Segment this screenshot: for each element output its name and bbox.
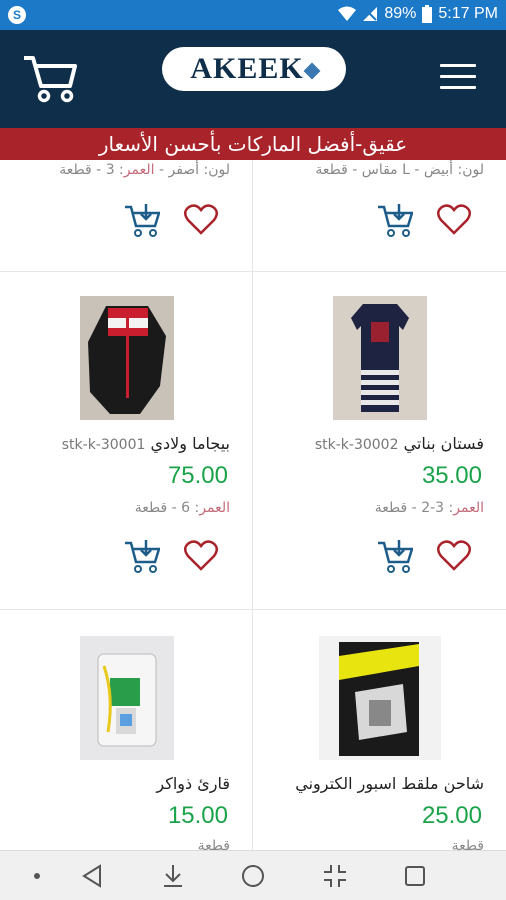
product-variant: لون: أبيض - L مقاس - قطعة — [315, 162, 484, 178]
product-price: 35.00 — [421, 462, 482, 489]
product-variant: العمر: 3-2 - قطعة — [375, 500, 484, 516]
favorite-heart-icon[interactable] — [437, 204, 471, 236]
product-image-charger[interactable] — [319, 636, 441, 760]
recents-icon[interactable] — [402, 863, 428, 889]
add-to-cart-icon[interactable] — [377, 540, 413, 574]
variant-age-label: العمر — [453, 500, 484, 516]
product-card[interactable]: قارئ ذواكر 15.00 قطعة — [0, 610, 253, 850]
wifi-icon — [338, 6, 357, 21]
app-header: AKEEK — [0, 30, 506, 128]
product-actions — [124, 204, 234, 244]
variant-age-label: العمر — [199, 500, 230, 516]
hamburger-menu-icon[interactable] — [440, 64, 476, 94]
product-card[interactable]: لون: أبيض - L مقاس - قطعة — [253, 160, 506, 272]
app-badge-icon: S — [8, 6, 26, 24]
logo-text: AKEEK — [190, 52, 304, 85]
home-icon[interactable] — [240, 863, 266, 889]
product-sku: stk-k-30001 — [61, 437, 146, 453]
product-variant: العمر: 6 - قطعة — [135, 500, 230, 516]
variant-age-label: العمر — [123, 162, 155, 178]
battery-icon — [422, 5, 433, 23]
status-bar: S 89% 5:17 PM — [0, 0, 506, 30]
promo-banner: عقيق-أفضل الماركات بأحسن الأسعار — [0, 128, 506, 160]
product-name: بيجاما ولادي — [150, 434, 230, 453]
add-to-cart-icon[interactable] — [124, 204, 160, 238]
product-card[interactable]: لون: أصفر - العمر: 3 - قطعة — [0, 160, 253, 272]
charger-picture — [339, 642, 419, 756]
variant-age-value: : 3-2 - قطعة — [374, 500, 454, 516]
product-actions — [377, 204, 487, 244]
product-image-card-reader[interactable] — [80, 636, 174, 760]
product-image-dress[interactable] — [333, 296, 427, 420]
logo-diamond-icon — [303, 62, 321, 80]
variant-age-value: : 3 - قطعة — [59, 162, 124, 178]
card-reader-picture — [97, 653, 157, 747]
product-title: شاحن ملقط اسبور الكتروني — [295, 774, 484, 793]
variant-age-value: : 6 - قطعة — [134, 500, 200, 516]
product-actions — [377, 540, 487, 580]
status-right: 89% 5:17 PM — [338, 5, 498, 23]
product-price: 75.00 — [167, 462, 228, 489]
product-card[interactable]: بيجاما ولادي stk-k-30001 75.00 العمر: 6 … — [0, 272, 253, 610]
product-price: 25.00 — [421, 802, 482, 829]
add-to-cart-icon[interactable] — [377, 204, 413, 238]
product-name: فستان بناتي — [403, 434, 484, 453]
favorite-heart-icon[interactable] — [437, 540, 471, 572]
cart-icon — [24, 56, 77, 103]
product-title: بيجاما ولادي stk-k-30001 — [62, 434, 230, 453]
add-to-cart-icon[interactable] — [124, 540, 160, 574]
product-sku: stk-k-30002 — [314, 437, 399, 453]
product-card[interactable]: فستان بناتي stk-k-30002 35.00 العمر: 3-2… — [253, 272, 506, 610]
product-card[interactable]: شاحن ملقط اسبور الكتروني 25.00 قطعة — [253, 610, 506, 850]
battery-percent: 89% — [384, 5, 417, 22]
system-nav-bar — [0, 850, 506, 900]
product-variant: قطعة — [451, 838, 484, 850]
download-icon[interactable] — [160, 863, 186, 889]
product-actions — [124, 540, 234, 580]
favorite-heart-icon[interactable] — [184, 540, 218, 572]
dot-icon[interactable] — [24, 863, 50, 889]
product-image-pajama[interactable] — [80, 296, 174, 420]
variant-color: لون: أصفر - — [154, 162, 230, 178]
akeek-logo[interactable]: AKEEK — [162, 47, 346, 91]
header-cart-button[interactable] — [22, 52, 78, 104]
product-title: قارئ ذواكر — [156, 774, 230, 793]
back-icon[interactable] — [80, 863, 106, 889]
product-price: 15.00 — [167, 802, 228, 829]
product-grid: لون: أبيض - L مقاس - قطعة لون: أصفر - ال… — [0, 160, 506, 850]
clock: 5:17 PM — [438, 5, 498, 22]
favorite-heart-icon[interactable] — [184, 204, 218, 236]
pajama-picture — [88, 306, 166, 414]
product-variant: قطعة — [197, 838, 230, 850]
collapse-icon[interactable] — [322, 863, 348, 889]
product-variant: لون: أصفر - العمر: 3 - قطعة — [59, 162, 230, 178]
dress-picture — [351, 304, 409, 412]
signal-icon — [363, 7, 378, 21]
product-title: فستان بناتي stk-k-30002 — [315, 434, 484, 453]
